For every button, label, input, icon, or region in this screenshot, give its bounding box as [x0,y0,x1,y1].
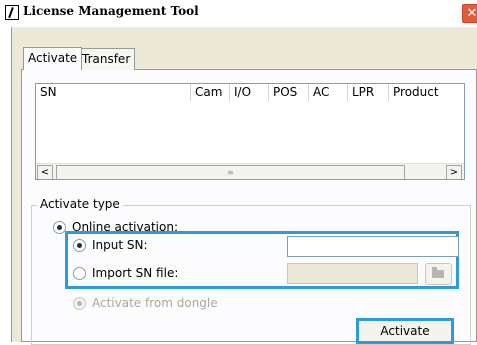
folder-icon [432,267,444,278]
scroll-left-button[interactable]: < [37,165,53,179]
column-header-sn[interactable]: SN [36,84,191,101]
grip-icon: ≡ [227,168,234,177]
chevron-right-icon: > [449,167,459,178]
column-header-ac[interactable]: AC [309,84,348,101]
title-bar: License Management Tool ✕ [0,0,477,27]
chevron-left-icon: < [40,167,50,178]
column-header-pos[interactable]: POS [269,84,309,101]
input-sn-label: Input SN: [92,238,148,252]
close-icon: ✕ [466,6,477,21]
column-header-lpr[interactable]: LPR [348,84,389,101]
activate-from-dongle-label: Activate from dongle [92,296,218,310]
tab-transfer[interactable]: Transfer [77,48,136,70]
activate-button[interactable]: Activate [356,318,454,344]
sn-list[interactable]: SN Cam I/O POS AC LPR Product < ≡ > [35,83,465,180]
app-icon [5,5,19,20]
import-sn-file-label: Import SN file: [92,266,179,280]
list-header: SN Cam I/O POS AC LPR Product [36,84,464,101]
column-header-cam[interactable]: Cam [191,84,230,101]
input-sn-field[interactable] [287,236,459,257]
activate-from-dongle-radio [73,297,86,310]
scroll-right-button[interactable]: > [446,165,462,179]
column-header-io[interactable]: I/O [230,84,269,101]
column-header-product[interactable]: Product [389,84,464,101]
import-sn-file-path [287,263,418,284]
tab-activate[interactable]: Activate [23,47,83,70]
license-tool-window: License Management Tool ✕ Activate Trans… [0,0,477,345]
window-title: License Management Tool [23,4,199,18]
scroll-thumb[interactable]: ≡ [56,165,405,179]
close-button[interactable]: ✕ [462,4,477,23]
input-sn-radio[interactable] [73,239,86,252]
import-sn-file-radio[interactable] [73,267,86,280]
activate-type-label: Activate type [37,197,123,211]
browse-button [425,263,452,285]
horizontal-scrollbar[interactable]: < ≡ > [36,163,464,179]
